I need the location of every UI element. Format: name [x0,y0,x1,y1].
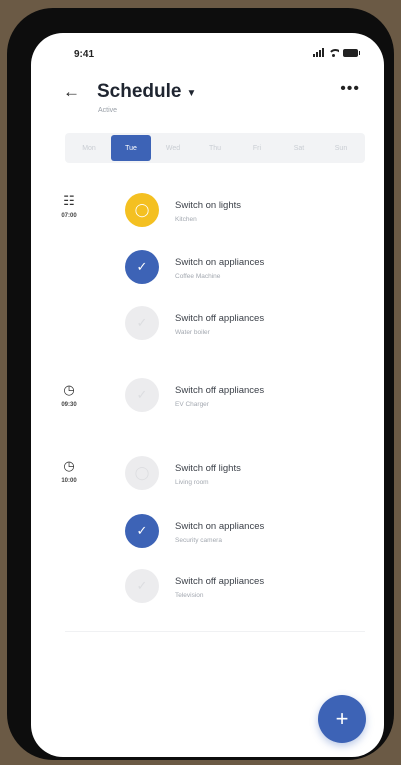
item-subtitle: Living room [175,479,209,486]
time-marker: ◷ 10:00 [59,458,79,485]
day-tab-wed[interactable]: Wed [153,135,193,161]
more-options-icon[interactable]: ••• [340,81,360,97]
schedule-item[interactable]: ✓ Switch off appliances EV Charger [125,378,365,418]
item-subtitle: Security camera [175,537,222,544]
time-label: 07:00 [61,213,77,219]
item-subtitle: Coffee Machine [175,273,221,280]
add-schedule-button[interactable]: + [318,695,366,743]
plus-icon: + [335,706,349,731]
item-title: Switch on appliances [175,257,265,268]
item-subtitle: Television [175,592,204,599]
signal-icon [313,48,324,57]
chevron-down-icon: ▼ [186,88,197,99]
schedule-item[interactable]: ✓ Switch off appliances Water boiler [125,306,365,346]
page-subtitle: Active [98,107,118,114]
item-subtitle: Water boiler [175,329,210,336]
item-title: Switch off appliances [175,313,265,324]
item-title: Switch on lights [175,200,242,211]
clock-icon: ◷ [63,458,75,473]
time-marker: ☷ 07:00 [59,193,79,220]
status-time: 9:41 [74,49,95,60]
battery-icon [343,49,360,57]
day-tab-sat[interactable]: Sat [279,135,319,161]
schedule-item[interactable]: ✓ Switch on appliances Security camera [125,514,365,554]
plug-icon: ✓ [125,306,159,340]
plug-icon: ✓ [125,569,159,603]
item-subtitle: Kitchen [175,216,197,223]
item-title: Switch off appliances [175,576,265,587]
schedule-item[interactable]: ◯ Switch on lights Kitchen [125,193,365,233]
wifi-icon [328,48,339,57]
status-icons [313,48,360,57]
plug-icon: ✓ [125,378,159,412]
item-title: Switch on appliances [175,521,265,532]
item-title: Switch off lights [175,463,241,474]
back-arrow-icon[interactable]: ← [63,83,81,101]
header: ← Schedule ▼ Active ••• [31,79,384,123]
day-tab-sun[interactable]: Sun [321,135,361,161]
schedule-item[interactable]: ◯ Switch off lights Living room [125,456,365,496]
plug-icon: ✓ [125,250,159,284]
day-tab-tue[interactable]: Tue [111,135,151,161]
divider [65,631,365,632]
schedule-item[interactable]: ✓ Switch on appliances Coffee Machine [125,250,365,290]
lightbulb-icon: ◯ [125,456,159,490]
item-title: Switch off appliances [175,385,265,396]
time-label: 10:00 [61,478,77,484]
schedule-selector[interactable]: Schedule ▼ [97,81,196,103]
status-bar: 9:41 [31,33,384,71]
phone-frame: 9:41 ← Schedule ▼ Active ••• Mon Tue Wed… [7,8,394,760]
page-title: Schedule [97,81,182,102]
lightbulb-icon: ◯ [125,193,159,227]
day-selector: Mon Tue Wed Thu Fri Sat Sun [65,133,365,163]
schedule-item[interactable]: ✓ Switch off appliances Television [125,569,365,609]
day-tab-thu[interactable]: Thu [195,135,235,161]
day-tab-fri[interactable]: Fri [237,135,277,161]
item-subtitle: EV Charger [175,401,209,408]
clock-icon: ◷ [63,382,75,397]
day-tab-mon[interactable]: Mon [69,135,109,161]
time-marker: ◷ 09:30 [59,382,79,409]
sunrise-icon: ☷ [63,193,75,208]
plug-icon: ✓ [125,514,159,548]
app-screen: 9:41 ← Schedule ▼ Active ••• Mon Tue Wed… [31,33,384,757]
time-label: 09:30 [61,402,77,408]
